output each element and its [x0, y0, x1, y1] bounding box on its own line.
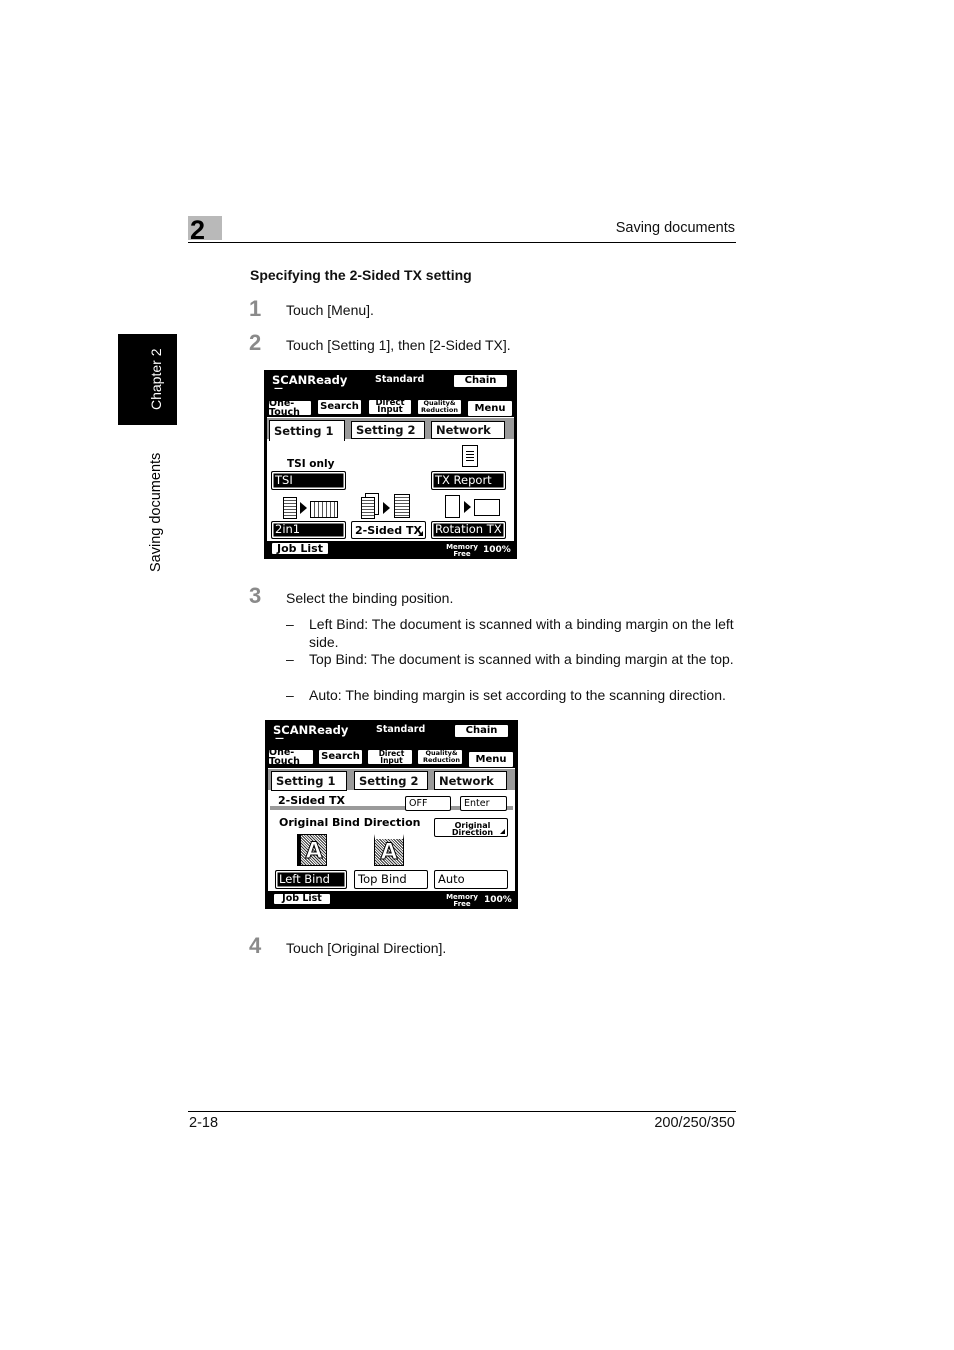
chapter-number: 2: [190, 215, 206, 245]
search-tab[interactable]: Search: [318, 749, 363, 765]
model-numbers: 200/250/350: [654, 1115, 735, 1131]
bullet-dash: –: [286, 616, 294, 632]
step-text-3: Select the binding position.: [286, 590, 454, 606]
footer-rule: [188, 1111, 736, 1112]
left-bind-icon: A: [297, 834, 327, 866]
one-touch-tab[interactable]: One-Touch: [268, 747, 314, 766]
rotation-tx-button[interactable]: Rotation TX: [431, 521, 506, 539]
bullet-top-bind: Top Bind: The document is scanned with a…: [309, 651, 734, 667]
tab-network[interactable]: Network: [434, 771, 507, 790]
step-text-4: Touch [Original Direction].: [286, 940, 447, 956]
header-rule: [188, 242, 736, 243]
bullet-auto: Auto: The binding margin is set accordin…: [309, 687, 726, 703]
top-bind-icon: A: [374, 834, 404, 866]
bullet-left-bind: Left Bind: The document is scanned with …: [309, 616, 734, 650]
tx-report-button[interactable]: TX Report: [431, 471, 506, 490]
two-in-one-button[interactable]: 2in1: [271, 521, 346, 539]
two-sided-tx-button[interactable]: 2-Sided TX: [351, 521, 426, 539]
memory-free-label: Memory Free: [446, 543, 478, 558]
menu-tab[interactable]: Menu: [468, 751, 514, 768]
original-direction-button[interactable]: Original Direction: [434, 818, 508, 837]
mode-text: Standard: [376, 724, 426, 735]
two-in-one-icon: [283, 497, 339, 519]
bullet-dash: –: [286, 687, 294, 703]
top-bind-icon-letter: A: [380, 840, 398, 866]
direct-input-tab[interactable]: Direct Input: [368, 399, 412, 415]
memory-free-label: Memory Free: [446, 893, 478, 908]
enter-button[interactable]: Enter: [460, 796, 507, 811]
tab-setting-1[interactable]: Setting 1: [271, 771, 347, 791]
search-tab[interactable]: Search: [317, 399, 362, 415]
section-heading: Specifying the 2-Sided TX setting: [250, 267, 472, 283]
top-bind-button[interactable]: Top Bind: [354, 870, 428, 889]
status-text: SCANReady: [272, 373, 348, 387]
bind-direction-label: Original Bind Direction: [279, 816, 421, 829]
tsi-only-label: TSI only: [287, 458, 335, 470]
chain-button[interactable]: Chain: [454, 724, 509, 738]
page-number: 2-18: [189, 1115, 219, 1131]
quality-reduction-tab[interactable]: Quality& Reduction: [417, 399, 462, 415]
job-list-button[interactable]: Job List: [273, 893, 331, 905]
step-number-2: 2: [249, 330, 262, 355]
status-sub: —: [275, 734, 284, 744]
chapter-number-badge: 2: [188, 215, 222, 245]
tab-setting-2[interactable]: Setting 2: [351, 421, 425, 439]
mode-text: Standard: [375, 374, 425, 385]
memory-free-value: 100%: [484, 895, 512, 905]
step-number-1: 1: [249, 296, 262, 321]
tab-network[interactable]: Network: [431, 421, 505, 439]
step-text-1: Touch [Menu].: [286, 302, 374, 318]
two-sided-tx-title: 2-Sided TX: [278, 794, 345, 807]
direct-input-tab[interactable]: Direct Input: [367, 749, 413, 765]
status-sub: —: [274, 384, 283, 394]
bullet-dash: –: [286, 651, 294, 667]
side-tab-section-label: Saving documents: [148, 452, 164, 573]
two-sided-icon: [361, 493, 415, 521]
tsi-button[interactable]: TSI: [271, 471, 346, 490]
screen-2sided-tx: SCANReady — Standard Chain One-Touch Sea…: [265, 720, 518, 909]
step-text-2: Touch [Setting 1], then [2-Sided TX].: [286, 337, 511, 353]
one-touch-tab[interactable]: One-Touch: [268, 398, 312, 417]
left-bind-button[interactable]: Left Bind: [275, 870, 347, 889]
auto-bind-button[interactable]: Auto: [434, 870, 508, 889]
chain-button[interactable]: Chain: [453, 374, 508, 388]
step-number-4: 4: [249, 933, 262, 958]
running-header-title: Saving documents: [615, 220, 735, 236]
memory-free-value: 100%: [483, 545, 511, 555]
job-list-button[interactable]: Job List: [271, 542, 329, 555]
menu-tab[interactable]: Menu: [467, 400, 513, 417]
left-bind-icon-letter: A: [305, 839, 323, 865]
step-number-3: 3: [249, 583, 262, 608]
quality-reduction-tab[interactable]: Quality& Reduction: [417, 749, 463, 765]
rotation-icon: [445, 495, 501, 519]
tx-report-icon: [462, 445, 478, 467]
screen-menu-setting1: SCANReady — Standard Chain One-Touch Sea…: [264, 370, 517, 559]
off-value: OFF: [405, 796, 451, 811]
tab-setting-1[interactable]: Setting 1: [269, 420, 345, 441]
side-tab-chapter-label: Chapter 2: [148, 348, 164, 411]
tab-setting-2[interactable]: Setting 2: [354, 771, 428, 790]
status-text: SCANReady: [273, 723, 349, 737]
